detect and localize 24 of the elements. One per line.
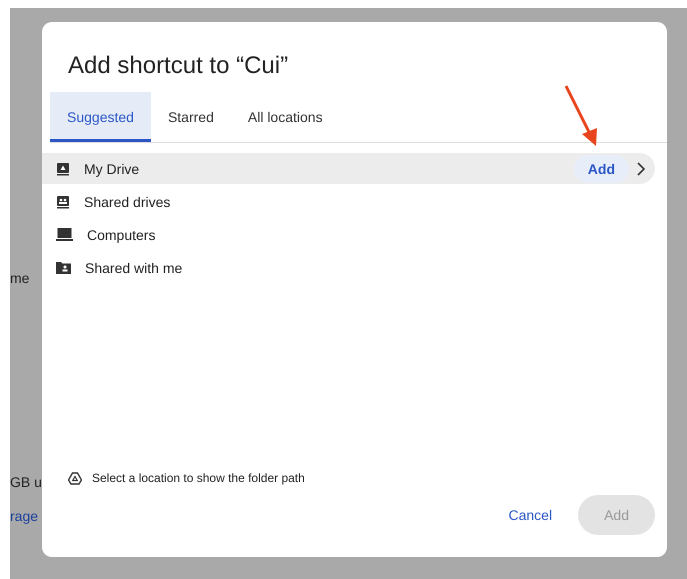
- location-label: Shared with me: [85, 260, 184, 276]
- location-label: Shared drives: [84, 194, 172, 210]
- location-label: Computers: [87, 226, 156, 242]
- shared-folder-icon: [56, 261, 71, 274]
- drive-icon: [56, 162, 70, 176]
- location-row[interactable]: My Drive Add: [42, 153, 655, 184]
- location-row[interactable]: Shared with me: [42, 252, 655, 283]
- location-label: My Drive: [84, 160, 140, 176]
- sidebar-text: rage: [10, 508, 38, 524]
- shared-drives-icon: [56, 194, 70, 208]
- dialog-title: Add shortcut to “Cui”: [68, 52, 290, 80]
- sidebar-text: GB u: [10, 474, 42, 490]
- laptop-icon: [56, 228, 73, 241]
- sidebar-text: me: [10, 270, 30, 286]
- chevron-right-icon[interactable]: [637, 162, 645, 176]
- drive-logo-icon: [68, 472, 82, 484]
- tab[interactable]: Starred: [150, 92, 231, 142]
- cancel-button[interactable]: Cancel: [500, 495, 560, 535]
- tab[interactable]: All locations: [230, 92, 340, 142]
- add-chip[interactable]: Add: [574, 154, 629, 182]
- location-row[interactable]: Computers: [42, 219, 655, 250]
- path-hint: Select a location to show the folder path: [92, 471, 305, 485]
- tab[interactable]: Suggested: [50, 92, 151, 142]
- location-row[interactable]: Shared drives: [42, 186, 655, 217]
